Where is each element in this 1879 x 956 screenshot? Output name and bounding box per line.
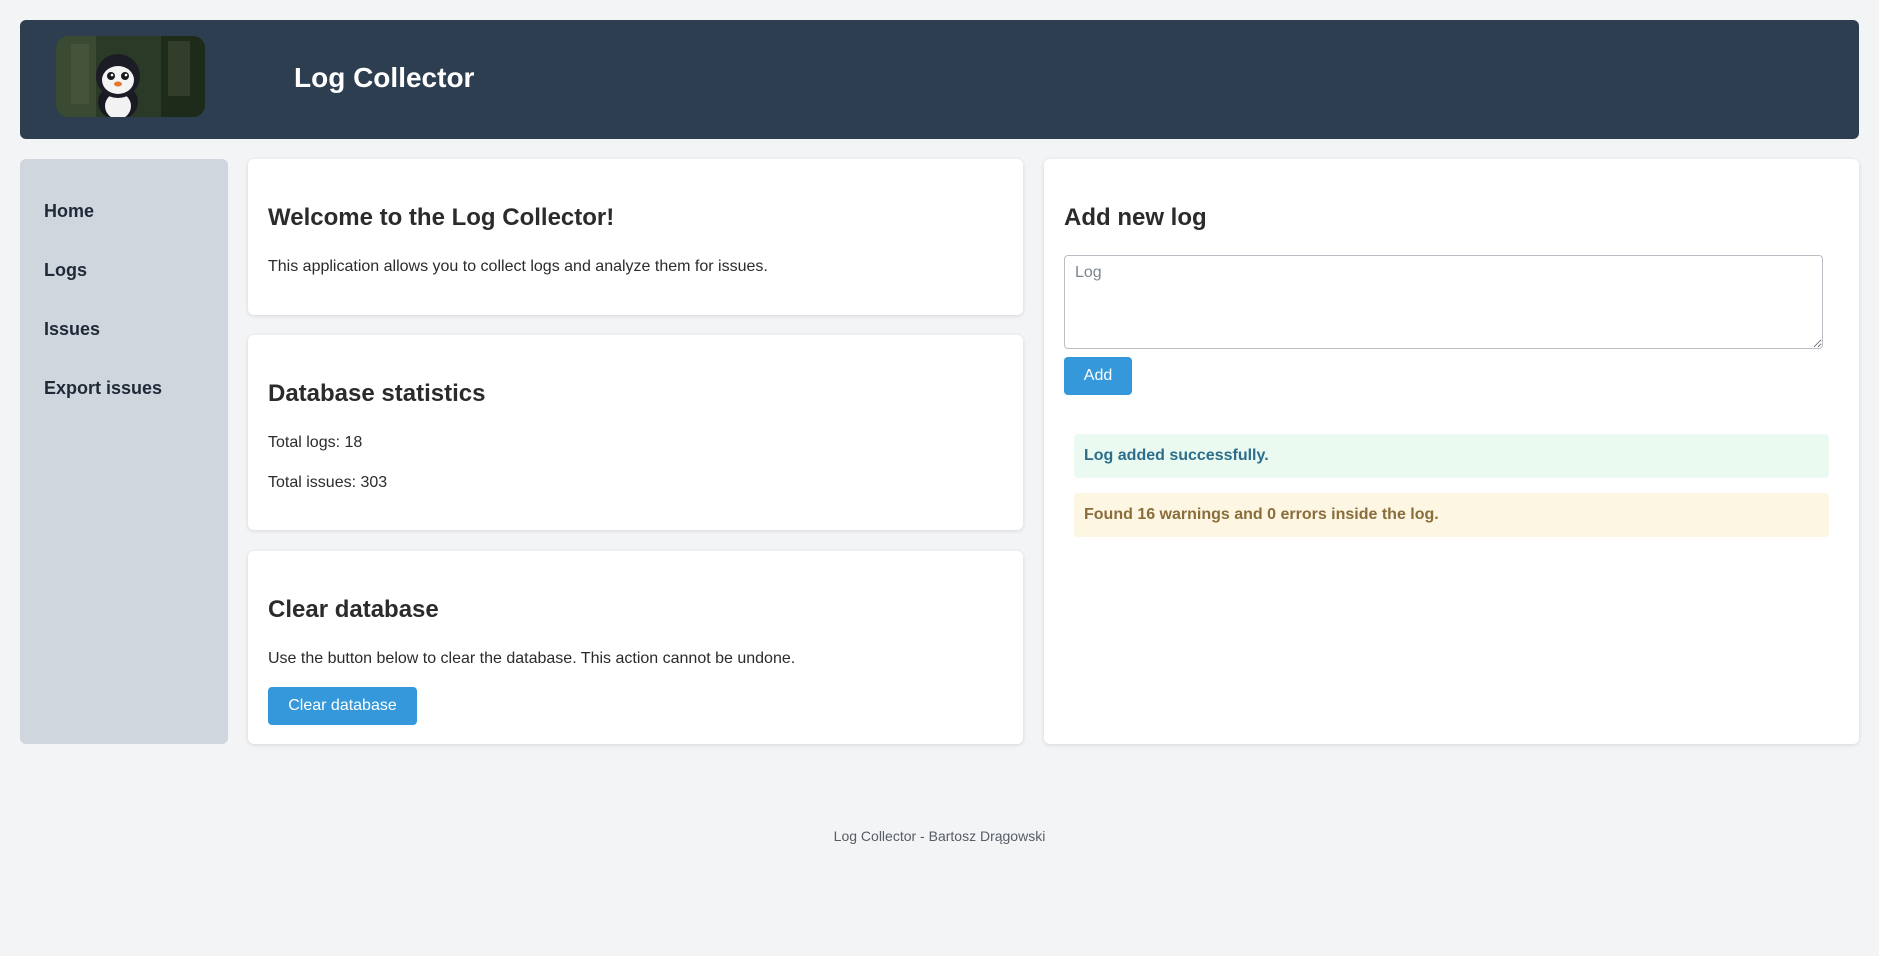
sidebar-nav: Home Logs Issues Export issues <box>20 159 228 744</box>
app-header: Log Collector <box>20 20 1859 139</box>
warning-alert: Found 16 warnings and 0 errors inside th… <box>1074 493 1829 537</box>
sidebar-item-issues[interactable]: Issues <box>44 317 228 376</box>
clear-database-card: Clear database Use the button below to c… <box>248 551 1023 744</box>
statistics-heading: Database statistics <box>268 380 486 407</box>
clear-database-text: Use the button below to clear the databa… <box>268 650 796 667</box>
log-input[interactable] <box>1064 255 1823 349</box>
add-log-card: Add new log Add Log added successfully. … <box>1044 159 1859 744</box>
app-title: Log Collector <box>294 62 475 93</box>
sidebar-item-home[interactable]: Home <box>44 199 228 258</box>
sidebar-item-export-issues[interactable]: Export issues <box>44 376 228 435</box>
welcome-card: Welcome to the Log Collector! This appli… <box>248 159 1023 315</box>
clear-database-heading: Clear database <box>268 596 439 623</box>
add-button[interactable]: Add <box>1064 357 1132 395</box>
total-logs-text: Total logs: 18 <box>268 434 363 451</box>
penguin-logo <box>56 36 205 117</box>
footer: Log Collector - Bartosz Drągowski <box>0 828 1879 844</box>
total-issues-text: Total issues: 303 <box>268 474 388 491</box>
footer-text: Log Collector - Bartosz Drągowski <box>833 828 1046 844</box>
clear-database-button[interactable]: Clear database <box>268 687 417 725</box>
welcome-heading: Welcome to the Log Collector! <box>268 204 615 231</box>
database-statistics-card: Database statistics Total logs: 18 Total… <box>248 335 1023 530</box>
success-alert: Log added successfully. <box>1074 434 1829 478</box>
add-log-heading: Add new log <box>1064 204 1207 231</box>
sidebar-item-logs[interactable]: Logs <box>44 258 228 317</box>
welcome-text: This application allows you to collect l… <box>268 258 768 275</box>
